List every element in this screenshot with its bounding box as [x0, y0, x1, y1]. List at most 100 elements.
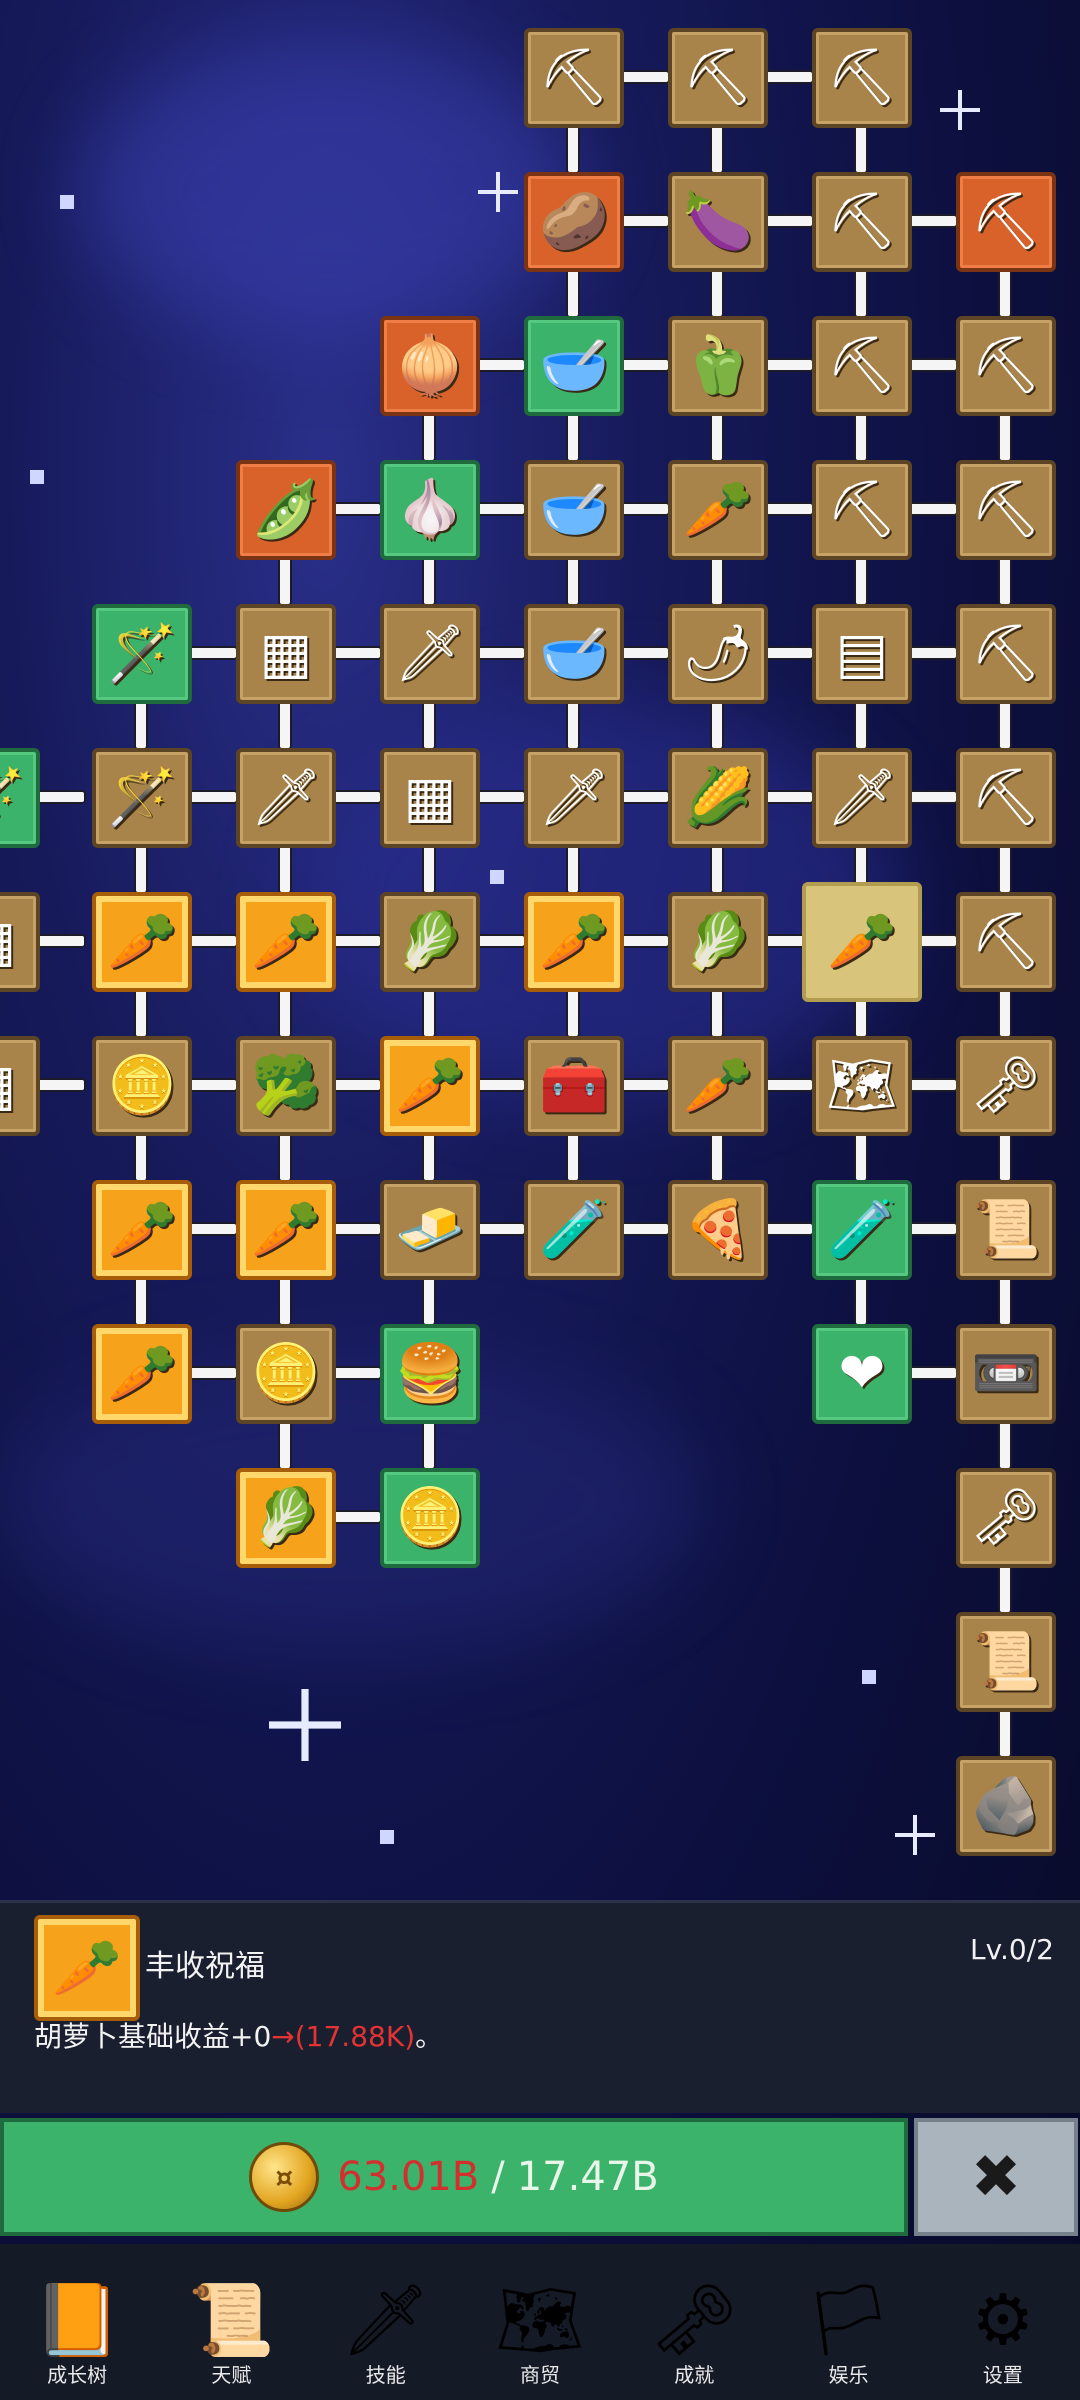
skill-node[interactable]: 📼	[956, 1324, 1056, 1424]
skill-node[interactable]: 🌶	[668, 604, 768, 704]
skill-node[interactable]: 🥕	[380, 1036, 480, 1136]
skill-node[interactable]: 🗝	[956, 1036, 1056, 1136]
tree-connector	[188, 936, 236, 946]
skill-node[interactable]: ⛏	[956, 604, 1056, 704]
skill-node[interactable]: ⛏	[956, 892, 1056, 992]
skill-node[interactable]: ▦	[380, 748, 480, 848]
tree-connector	[620, 360, 668, 370]
skill-tree: ⛏ ⛏ ⛏ 🥔 🍆 ⛏ ⛏ 🧅 🥣 🫑 ⛏ ⛏ 🫛 🧄 🥣 🥕 ⛏ ⛏ 🪄 ▦ 🗡 🥣 🌶 ▤ ⛏ 🪄 🪄 🗡 ▦ 🗡 🌽 🗡 ⛏ ▦ 🥕 🥕 🥬 🥕 🥬 🥕…	[0, 0, 1080, 1900]
skill-node[interactable]: ⛏	[812, 460, 912, 560]
tree-connector	[424, 700, 434, 748]
skill-node[interactable]: 🧄	[380, 460, 480, 560]
skill-node[interactable]: 🍔	[380, 1324, 480, 1424]
onion-icon: 🧅	[395, 333, 465, 398]
skill-node[interactable]: ⛏	[668, 28, 768, 128]
nav-item[interactable]: 🗺 商贸	[463, 2244, 617, 2400]
skill-node[interactable]: 🍕	[668, 1180, 768, 1280]
skill-node[interactable]: 🧰	[524, 1036, 624, 1136]
skill-node[interactable]: 🫑	[668, 316, 768, 416]
skill-node[interactable]: 🌽	[668, 748, 768, 848]
skill-node[interactable]: 🥕	[92, 1324, 192, 1424]
skill-node[interactable]: 🪄	[92, 604, 192, 704]
skill-node[interactable]: 🗝	[956, 1468, 1056, 1568]
tree-connector	[620, 1224, 668, 1234]
skill-node[interactable]: 🥕	[802, 882, 922, 1002]
skill-node[interactable]: 🧅	[380, 316, 480, 416]
skill-node[interactable]: 📜	[956, 1612, 1056, 1712]
skill-node[interactable]: 🍆	[668, 172, 768, 272]
skill-node[interactable]: 🪙	[236, 1324, 336, 1424]
skill-node[interactable]: ⛏	[812, 316, 912, 416]
skill-node[interactable]: 🥕	[92, 1180, 192, 1280]
tree-connector	[280, 988, 290, 1036]
skill-node[interactable]: ⛏	[956, 172, 1056, 272]
skill-node[interactable]: 🥬	[380, 892, 480, 992]
nav-item[interactable]: 🏳 娱乐	[771, 2244, 925, 2400]
tree-connector	[424, 1132, 434, 1180]
skill-node[interactable]: 🥔	[524, 172, 624, 272]
skill-node[interactable]: ▦	[236, 604, 336, 704]
skill-node[interactable]: 🥕	[668, 1036, 768, 1136]
carrot-icon: 🥕	[107, 1197, 177, 1262]
skill-title: 丰收祝福	[145, 1949, 265, 1984]
nav-item[interactable]: 🗝 成就	[617, 2244, 771, 2400]
skill-node[interactable]: ⛏	[524, 28, 624, 128]
skill-node[interactable]: 🥕	[236, 1180, 336, 1280]
pickaxe-icon: ⛏	[970, 909, 1042, 974]
skill-node[interactable]: 🪄	[0, 748, 40, 848]
skill-node[interactable]: 🗡	[524, 748, 624, 848]
skill-node[interactable]: 🥕	[668, 460, 768, 560]
skill-node[interactable]: 🪙	[380, 1468, 480, 1568]
skill-node[interactable]: ▤	[812, 604, 912, 704]
skill-node[interactable]: 🪨	[956, 1756, 1056, 1856]
skill-node[interactable]: 🥣	[524, 316, 624, 416]
parsnip-icon: 🥕	[683, 1053, 753, 1118]
nav-item[interactable]: 📙 成长树	[0, 2244, 154, 2400]
skill-node[interactable]: ▦	[0, 892, 40, 992]
tree-connector	[620, 216, 668, 226]
nav-label: 商贸	[519, 2363, 560, 2387]
skill-node[interactable]: 🥬	[236, 1468, 336, 1568]
tree-connector	[856, 124, 866, 172]
tree-connector	[856, 412, 866, 460]
skill-node[interactable]: 🥕	[236, 892, 336, 992]
required-coins: 17.47B	[516, 2154, 659, 2200]
skill-node[interactable]: ❤	[812, 1324, 912, 1424]
skill-node[interactable]: ⛏	[956, 460, 1056, 560]
skill-node[interactable]: 🥣	[524, 604, 624, 704]
skill-node[interactable]: 🥬	[668, 892, 768, 992]
skill-node[interactable]: 🥕	[92, 892, 192, 992]
tree-connector	[424, 1276, 434, 1324]
crate-icon: ▦	[403, 765, 457, 830]
skill-node[interactable]: 🫛	[236, 460, 336, 560]
skill-node[interactable]: ⛏	[956, 748, 1056, 848]
skill-node[interactable]: 🥦	[236, 1036, 336, 1136]
book-icon: 📙	[33, 2279, 121, 2361]
skill-node[interactable]: 🗺	[812, 1036, 912, 1136]
skill-node[interactable]: 🗡	[812, 748, 912, 848]
upgrade-button[interactable]: ¤ 63.01B / 17.47B	[0, 2118, 908, 2236]
skill-node[interactable]: ⛏	[812, 172, 912, 272]
skill-node[interactable]: ⛏	[956, 316, 1056, 416]
carrot-icon: 🥕	[107, 1341, 177, 1406]
skill-node[interactable]: 🗡	[236, 748, 336, 848]
skill-node[interactable]: 🧈	[380, 1180, 480, 1280]
skill-node[interactable]: 🥣	[524, 460, 624, 560]
skill-node[interactable]: 🥕	[524, 892, 624, 992]
nav-item[interactable]: 🗡 技能	[309, 2244, 463, 2400]
skill-node[interactable]: 🧪	[524, 1180, 624, 1280]
skill-node[interactable]: 🪄	[92, 748, 192, 848]
skill-node[interactable]: ⛏	[812, 28, 912, 128]
skill-node[interactable]: 📜	[956, 1180, 1056, 1280]
tree-connector	[188, 1368, 236, 1378]
nav-item[interactable]: 📜 天赋	[154, 2244, 308, 2400]
skill-node[interactable]: ▦	[0, 1036, 40, 1136]
close-button[interactable]: ✖	[914, 2118, 1078, 2236]
skill-node[interactable]: 🧪	[812, 1180, 912, 1280]
tree-connector	[476, 1224, 524, 1234]
nav-item[interactable]: ⚙ 设置	[926, 2244, 1080, 2400]
tree-connector	[856, 268, 866, 316]
skill-node[interactable]: 🪙	[92, 1036, 192, 1136]
shovel-icon: ⛏	[538, 45, 610, 110]
skill-node[interactable]: 🗡	[380, 604, 480, 704]
